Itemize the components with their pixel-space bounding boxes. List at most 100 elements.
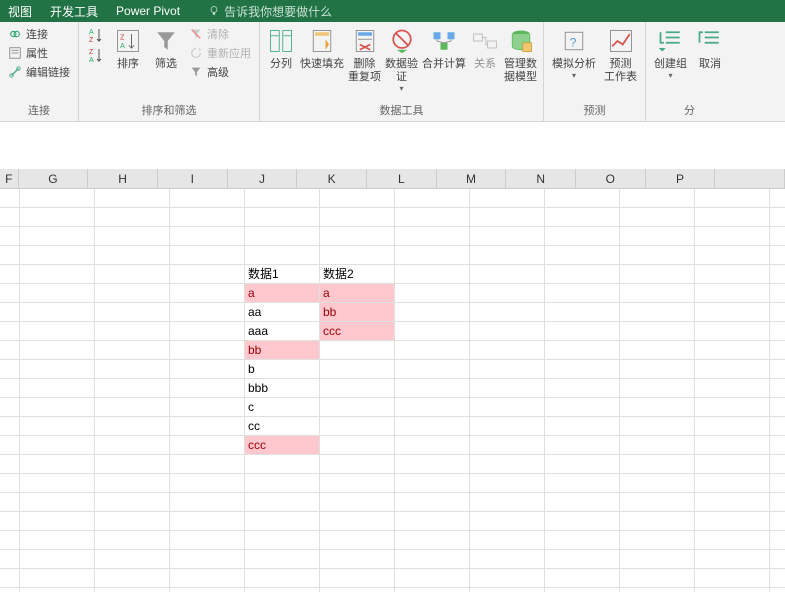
reapply-button[interactable]: 重新应用 [189,45,251,61]
cell[interactable] [95,246,170,265]
col-header[interactable] [715,169,785,188]
advanced-filter-button[interactable]: 高级 [189,64,251,80]
cell[interactable] [245,493,320,512]
data-validation-button[interactable]: 数据验 证 ▾ [383,24,420,95]
cell[interactable] [95,474,170,493]
cell[interactable] [695,493,770,512]
col-header[interactable]: G [19,169,89,188]
cell[interactable] [395,284,470,303]
cell[interactable]: c [245,398,320,417]
col-header[interactable]: P [646,169,716,188]
cell[interactable] [620,322,695,341]
cell[interactable] [770,227,785,246]
cell[interactable] [395,303,470,322]
properties-button[interactable]: 属性 [8,45,70,61]
cell[interactable] [320,208,395,227]
cell[interactable] [245,569,320,588]
cell[interactable] [470,265,545,284]
edit-links-button[interactable]: 编辑链接 [8,64,70,80]
cell[interactable] [395,569,470,588]
cell[interactable] [620,284,695,303]
cell[interactable] [245,474,320,493]
cell[interactable] [395,265,470,284]
cell[interactable] [620,550,695,569]
cell[interactable] [620,341,695,360]
cell[interactable] [95,322,170,341]
cell[interactable] [20,360,95,379]
cell[interactable] [695,569,770,588]
cell[interactable] [95,550,170,569]
cell[interactable] [245,227,320,246]
cell[interactable] [170,265,245,284]
cell[interactable] [0,265,20,284]
cell[interactable] [545,417,620,436]
cell[interactable] [620,265,695,284]
cell[interactable] [620,417,695,436]
cell[interactable] [620,512,695,531]
cell[interactable] [695,189,770,208]
cell[interactable] [20,189,95,208]
cell[interactable] [470,474,545,493]
cell[interactable] [695,246,770,265]
tell-me-search[interactable]: 告诉我你想要做什么 [208,3,332,20]
relationships-button[interactable]: 关系 [468,24,502,73]
cell[interactable] [20,474,95,493]
cell[interactable] [0,189,20,208]
cell[interactable] [0,227,20,246]
cell[interactable] [20,341,95,360]
cell[interactable] [620,303,695,322]
cell[interactable] [695,303,770,322]
sort-za-icon[interactable]: ZA [87,46,105,64]
cell[interactable]: a [245,284,320,303]
cell[interactable]: bb [245,341,320,360]
cell[interactable] [320,436,395,455]
cell[interactable] [770,265,785,284]
cell[interactable] [20,208,95,227]
cell[interactable] [170,569,245,588]
cell[interactable] [20,455,95,474]
cell[interactable] [245,550,320,569]
cell[interactable] [470,379,545,398]
cell[interactable] [0,417,20,436]
cell[interactable] [320,341,395,360]
cell[interactable] [545,227,620,246]
cell[interactable] [320,531,395,550]
cell[interactable] [170,208,245,227]
cell[interactable] [0,303,20,322]
cell[interactable] [170,493,245,512]
cell[interactable] [620,436,695,455]
cell[interactable] [695,455,770,474]
tab-powerpivot[interactable]: Power Pivot [116,4,180,18]
cell[interactable] [95,569,170,588]
consolidate-button[interactable]: 合并计算 [420,24,468,73]
cell[interactable] [170,398,245,417]
cell[interactable] [20,417,95,436]
cell[interactable]: aaa [245,322,320,341]
cell[interactable] [0,512,20,531]
cell[interactable] [545,360,620,379]
cell[interactable] [20,398,95,417]
cell[interactable] [0,436,20,455]
cell[interactable] [620,569,695,588]
cell[interactable] [395,379,470,398]
cell[interactable] [470,341,545,360]
cell[interactable] [545,265,620,284]
col-header[interactable]: K [297,169,367,188]
cell[interactable] [470,246,545,265]
cell[interactable] [95,417,170,436]
cell[interactable] [695,512,770,531]
cell[interactable] [470,569,545,588]
cell[interactable] [695,284,770,303]
cell[interactable] [770,208,785,227]
cell[interactable] [95,531,170,550]
col-header[interactable]: I [158,169,228,188]
text-to-columns-button[interactable]: 分列 [264,24,298,73]
cell[interactable] [545,455,620,474]
cell[interactable] [695,322,770,341]
sort-az-icon[interactable]: AZ [87,26,105,44]
cell[interactable] [770,284,785,303]
cell[interactable]: ccc [245,436,320,455]
cell[interactable] [320,227,395,246]
cell[interactable] [770,322,785,341]
cell[interactable] [20,303,95,322]
